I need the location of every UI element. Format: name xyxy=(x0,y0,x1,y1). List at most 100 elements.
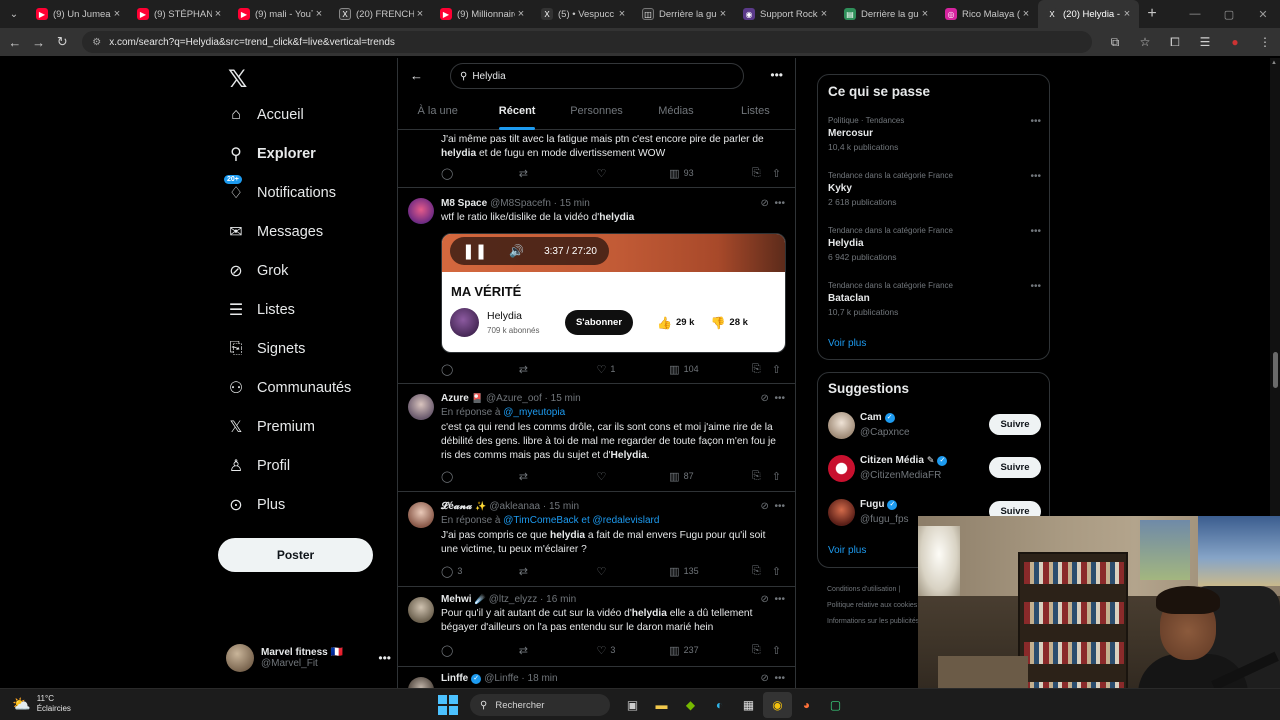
nav-item-profil[interactable]: ♙ Profil xyxy=(218,447,290,485)
back-arrow-icon[interactable]: ← xyxy=(3,35,27,50)
tweet[interactable]: 𝓛é𝓪𝓷𝓪 ✨ @akleanaa · 15 min ⊘ ••• En réponse… xyxy=(398,492,795,587)
like-button[interactable]: ♡ 3 xyxy=(596,644,669,657)
footer-link[interactable]: Conditions d'utilisation | xyxy=(827,582,927,598)
more-icon[interactable]: ••• xyxy=(774,594,785,605)
follow-button[interactable]: Suivre xyxy=(989,457,1041,478)
bookmark-button[interactable]: ⎘ xyxy=(752,167,772,180)
grok-icon[interactable]: ⊘ xyxy=(761,673,769,684)
footer-link[interactable]: Politique relative aux cookies xyxy=(827,598,927,614)
tab-personnes[interactable]: Personnes xyxy=(557,98,636,130)
tweet-author-name[interactable]: M8 Space xyxy=(441,198,487,209)
footer-link[interactable]: Informations sur les publicités xyxy=(827,614,927,630)
store-icon[interactable]: ▦ xyxy=(734,692,763,718)
nav-item-communautes[interactable]: ⚇ Communautés xyxy=(218,369,351,407)
close-tab-icon[interactable]: × xyxy=(616,8,628,20)
tweet-author-name[interactable]: Azure xyxy=(441,393,469,404)
reply-button[interactable]: ◯ xyxy=(441,363,519,376)
extensions-icon[interactable]: ⧠ xyxy=(1160,35,1190,50)
views-button[interactable]: ▥ 104 xyxy=(669,363,752,376)
more-icon[interactable]: ••• xyxy=(774,673,785,684)
share-button[interactable]: ⇧ xyxy=(772,167,785,180)
windows-start-icon[interactable] xyxy=(438,695,458,715)
more-icon[interactable]: ••• xyxy=(774,198,785,209)
maximize-icon[interactable]: ▢ xyxy=(1212,8,1246,21)
site-info-icon[interactable]: ⚙ xyxy=(92,37,101,48)
tweet-author-handle[interactable]: @ltz_elyzz · 16 min xyxy=(489,594,576,605)
trend-item[interactable]: Politique · Tendances Mercosur 10,4 k pu… xyxy=(828,116,1041,152)
weather-widget[interactable]: ⛅ 11°C Éclaircies xyxy=(12,694,71,714)
repost-button[interactable]: ⇄ xyxy=(519,470,597,483)
close-tab-icon[interactable]: × xyxy=(515,8,527,20)
nvidia-icon[interactable]: ◆ xyxy=(676,692,705,718)
views-button[interactable]: ▥ 135 xyxy=(669,565,752,578)
browser-tab[interactable]: ▶ (9) Un Jumeau × xyxy=(28,0,129,28)
trend-item[interactable]: Tendance dans la catégorie France Batacl… xyxy=(828,281,1041,317)
more-icon[interactable]: ••• xyxy=(770,68,783,82)
tab-listes[interactable]: Listes xyxy=(716,98,795,130)
repost-button[interactable]: ⇄ xyxy=(519,644,597,657)
tweet[interactable]: Azure 🎴 @Azure_oof · 15 min ⊘ ••• En répons… xyxy=(398,384,795,492)
more-icon[interactable]: ••• xyxy=(378,651,391,665)
browser-tab[interactable]: X (5) • Vespucc × xyxy=(533,0,634,28)
profile-avatar-icon[interactable]: ● xyxy=(1220,35,1250,50)
mention-link[interactable]: @redalevislard xyxy=(593,515,660,526)
close-tab-icon[interactable]: × xyxy=(212,8,224,20)
avatar[interactable] xyxy=(408,198,434,224)
browser-tab[interactable]: X(20) FRENCHR× xyxy=(331,0,432,28)
close-tab-icon[interactable]: × xyxy=(818,8,830,20)
bookmark-star-icon[interactable]: ☆ xyxy=(1130,35,1160,50)
views-button[interactable]: ▥ 93 xyxy=(669,167,752,180)
reading-list-icon[interactable]: ☰ xyxy=(1190,35,1220,50)
grok-icon[interactable]: ⊘ xyxy=(761,501,769,512)
nav-item-accueil[interactable]: ⌂ Accueil xyxy=(218,96,304,134)
share-button[interactable]: ⇧ xyxy=(772,363,785,376)
back-arrow-icon[interactable]: ← xyxy=(410,68,423,83)
close-tab-icon[interactable]: × xyxy=(1020,8,1032,20)
follow-button[interactable]: Suivre xyxy=(989,414,1041,435)
nav-item-grok[interactable]: ⊘ Grok xyxy=(218,252,288,290)
mention-link[interactable]: @_myeutopia xyxy=(503,407,565,418)
tab-a-la-une[interactable]: À la une xyxy=(398,98,477,130)
messenger-app-icon[interactable]: ▢ xyxy=(821,692,850,718)
tab-recent[interactable]: Récent xyxy=(477,98,556,130)
tweet-author-name[interactable]: Linffe xyxy=(441,673,468,684)
close-window-icon[interactable]: ✕ xyxy=(1246,8,1280,21)
avatar[interactable] xyxy=(408,394,434,420)
browser-tab[interactable]: ◎Rico Malaya (@× xyxy=(937,0,1038,28)
browser-tab[interactable]: ▶(9) STÉPHANE× xyxy=(129,0,230,28)
post-button[interactable]: Poster xyxy=(218,538,373,572)
avatar[interactable] xyxy=(408,502,434,528)
browser-menu-icon[interactable]: ⋮ xyxy=(1250,35,1280,50)
reload-icon[interactable]: ↻ xyxy=(51,34,75,50)
see-more-trends-link[interactable]: Voir plus xyxy=(828,338,866,349)
bookmark-button[interactable]: ⎘ xyxy=(752,470,772,483)
tab-search-dropdown[interactable]: ⌄ xyxy=(0,0,28,28)
browser-tab[interactable]: ▶(9) mali - YouTu× xyxy=(230,0,331,28)
repost-button[interactable]: ⇄ xyxy=(519,167,597,180)
close-tab-icon[interactable]: × xyxy=(717,8,729,20)
tweet-author-handle[interactable]: @akleanaa · 15 min xyxy=(489,501,579,512)
chrome-icon[interactable]: ◉ xyxy=(763,692,792,718)
suggestion-item[interactable]: Citizen Média ✎ ✓ @CitizenMediaFR Suivre xyxy=(828,453,1041,487)
share-button[interactable]: ⇧ xyxy=(772,644,785,657)
tweet-author-handle[interactable]: @Azure_oof · 15 min xyxy=(486,393,581,404)
edge-icon[interactable]: ◐ xyxy=(705,692,734,718)
tweet[interactable]: M8 Space @M8Spacefn · 15 min ⊘ ••• wtf le … xyxy=(398,188,795,384)
minimize-icon[interactable]: — xyxy=(1178,8,1212,20)
avatar[interactable] xyxy=(828,455,855,482)
like-button[interactable]: ♡ 1 xyxy=(596,363,669,376)
mention-link[interactable]: @TimComeBack xyxy=(503,515,578,526)
grok-icon[interactable]: ⊘ xyxy=(761,594,769,605)
browser-tab[interactable]: ▶ (9) Millionnaire × xyxy=(432,0,533,28)
taskbar-search[interactable]: ⚲ Rechercher xyxy=(470,694,610,716)
url-field[interactable]: ⚙ x.com/search?q=Helydia&src=trend_click… xyxy=(82,31,1092,53)
repost-button[interactable]: ⇄ xyxy=(519,565,597,578)
tweet[interactable]: J'ai même pas tilt avec la fatigue mais … xyxy=(398,130,795,188)
reply-button[interactable]: ◯ xyxy=(441,167,519,180)
nav-item-listes[interactable]: ☰ Listes xyxy=(218,291,295,329)
tweet[interactable]: Linffe ✓ @Linffe · 18 min ⊘ ••• xyxy=(398,667,795,688)
views-button[interactable]: ▥ 87 xyxy=(669,470,752,483)
nav-item-messages[interactable]: ✉ Messages xyxy=(218,213,323,251)
avatar[interactable] xyxy=(828,412,855,439)
tweet-author-name[interactable]: Mehwi xyxy=(441,594,472,605)
